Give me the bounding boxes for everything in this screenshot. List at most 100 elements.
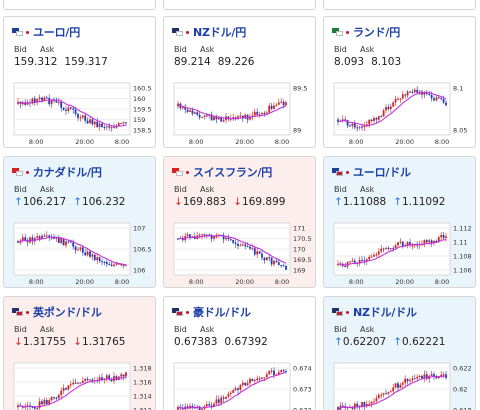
pair-title[interactable]: スイスフラン/円 bbox=[193, 164, 272, 180]
candle-body bbox=[36, 407, 39, 409]
candlestick-chart[interactable]: 1.1121.111.1081.1068:00 20:00 8:00 bbox=[332, 221, 476, 287]
candle-body bbox=[77, 113, 79, 118]
candle-body bbox=[389, 248, 392, 250]
candle-body bbox=[232, 240, 235, 243]
candle-body bbox=[401, 94, 404, 99]
rate-card[interactable]: ランド/円 Bid Ask 8.093 8.103 8.1 8.05 8:00 20:00 8:0… bbox=[323, 16, 476, 148]
rate-card[interactable]: スイスフラン/円 Bid Ask ↓169.883 ↓169.899 171 170.5 17… bbox=[163, 156, 316, 288]
y-tick-label: 1.316 bbox=[133, 379, 152, 387]
candle-body bbox=[382, 393, 385, 395]
candlestick-chart[interactable]: 171170.5170169.51698:00 20:00 8:00 bbox=[172, 221, 316, 287]
pair-title[interactable]: NZドル/ドル bbox=[353, 304, 417, 320]
candlestick-chart[interactable]: 107106.51068:00 20:00 8:00 bbox=[12, 221, 156, 287]
candle-body bbox=[258, 251, 261, 254]
candlestick-chart[interactable]: 0.674 0.673 0.672 bbox=[172, 361, 316, 410]
candle-body bbox=[57, 101, 60, 103]
marker-dot-icon bbox=[186, 310, 189, 314]
candle-body bbox=[389, 391, 392, 393]
bid-ask-labels: Bid Ask bbox=[174, 45, 226, 54]
candlestick-chart[interactable]: 160.5160159.5159158.58:00 20:00 8:00 bbox=[12, 81, 156, 147]
pair-title[interactable]: NZドル/円 bbox=[193, 24, 246, 40]
bid-value: 0.67383 bbox=[174, 336, 218, 348]
candle-body bbox=[411, 378, 414, 381]
candle-body bbox=[45, 235, 48, 237]
pair-title[interactable]: ランド/円 bbox=[353, 24, 400, 40]
candlestick-chart[interactable]: 8.18.058:00 20:00 8:00 bbox=[332, 81, 476, 147]
bid-ask-labels: Bid Ask bbox=[334, 325, 386, 334]
arrow-up-icon: ↑ bbox=[334, 196, 343, 208]
candle-body bbox=[253, 380, 256, 382]
candle-body bbox=[273, 105, 275, 109]
candle-body bbox=[55, 397, 58, 399]
candle-body bbox=[201, 234, 203, 236]
candle-body bbox=[69, 241, 72, 243]
bid-ask-values: ↑1.11088 ↑1.11092 bbox=[334, 196, 452, 208]
candle-body bbox=[380, 394, 383, 396]
candle-body bbox=[55, 237, 58, 239]
candle-body bbox=[241, 382, 244, 386]
candle-body bbox=[445, 102, 447, 106]
marker-dot-icon bbox=[346, 30, 349, 34]
card-header: ユーロ/ドル bbox=[332, 165, 411, 179]
candle-body bbox=[377, 251, 380, 255]
candle-body bbox=[249, 378, 251, 384]
candlestick-chart[interactable]: 89.5898:00 20:00 8:00 bbox=[172, 81, 316, 147]
y-tick-label: 8.05 bbox=[453, 127, 467, 135]
candlestick-chart[interactable]: 1.318 1.316 1.314 1.312 bbox=[12, 361, 156, 410]
marker-dot-icon bbox=[346, 310, 349, 314]
candle-body bbox=[277, 262, 280, 265]
rate-card[interactable]: ユーロ/円 Bid Ask 159.312 159.317 160.5 160 159.5 15… bbox=[3, 16, 156, 148]
candle-body bbox=[225, 237, 227, 240]
x-tick-label: 20:00 bbox=[235, 278, 254, 286]
candle-body bbox=[268, 257, 271, 259]
candle-body bbox=[256, 378, 259, 381]
candle-body bbox=[356, 403, 359, 407]
arrow-up-icon: ↑ bbox=[334, 336, 343, 348]
ask-value: 159.317 bbox=[64, 56, 108, 68]
pair-title[interactable]: 英ポンド/ドル bbox=[33, 304, 102, 320]
candle-body bbox=[105, 375, 108, 379]
y-tick-label: 1.112 bbox=[453, 225, 472, 233]
pair-title[interactable]: 豪ドル/ドル bbox=[193, 304, 251, 320]
rate-card[interactable]: カナダドル/円 Bid Ask ↑106.217 ↑106.232 107 106.5 106… bbox=[3, 156, 156, 288]
y-tick-label: 0.673 bbox=[293, 386, 312, 394]
candle-body bbox=[110, 264, 113, 267]
pair-title[interactable]: ユーロ/ドル bbox=[353, 164, 411, 180]
candlestick-chart[interactable]: 0.622 0.62 0.618 bbox=[332, 361, 476, 410]
candle-body bbox=[189, 110, 191, 112]
candle-body bbox=[282, 265, 285, 267]
rate-card[interactable]: 豪ドル/ドルBidAsk0.673830.673920.6740.6730.67… bbox=[163, 296, 316, 410]
rate-card[interactable]: NZドル/ドルBidAsk↑0.62207↑0.622210.6220.620.… bbox=[323, 296, 476, 410]
candle-body bbox=[380, 116, 383, 118]
candle-body bbox=[43, 400, 46, 405]
ask-label: Ask bbox=[360, 185, 375, 194]
candle-body bbox=[261, 253, 263, 258]
candle-body bbox=[234, 388, 237, 391]
candle-body bbox=[74, 382, 77, 384]
marker-dot-icon bbox=[26, 310, 29, 314]
candle-body bbox=[237, 243, 239, 246]
candle-body bbox=[239, 115, 242, 117]
x-tick-label: 8:00 bbox=[189, 138, 204, 146]
ask-value: 0.67392 bbox=[224, 336, 268, 348]
pair-title[interactable]: カナダドル/円 bbox=[33, 164, 102, 180]
rate-card[interactable]: NZドル/円 Bid Ask 89.214 89.226 89.5 89 8:00 20:00 8… bbox=[163, 16, 316, 148]
candle-body bbox=[389, 106, 392, 110]
candle-body bbox=[50, 100, 53, 105]
candle-body bbox=[45, 400, 48, 405]
candle-body bbox=[220, 397, 223, 403]
candle-body bbox=[373, 118, 375, 121]
candle-body bbox=[36, 236, 39, 239]
candle-body bbox=[406, 91, 409, 96]
candle-body bbox=[222, 120, 225, 122]
pair-title[interactable]: ユーロ/円 bbox=[33, 24, 80, 40]
rate-card[interactable]: ユーロ/ドル Bid Ask ↑1.11088 ↑1.11092 1.112 1.11 1.1… bbox=[323, 156, 476, 288]
candle-body bbox=[57, 237, 60, 243]
candle-body bbox=[394, 383, 397, 388]
candle-body bbox=[387, 392, 390, 394]
candle-body bbox=[251, 248, 254, 250]
candle-body bbox=[421, 375, 423, 379]
rate-card[interactable]: 英ポンド/ドル Bid Ask ↓1.31755 ↓1.31765 1.318 1.316 1… bbox=[3, 296, 156, 410]
candle-body bbox=[191, 405, 194, 407]
candle-body bbox=[120, 123, 123, 125]
